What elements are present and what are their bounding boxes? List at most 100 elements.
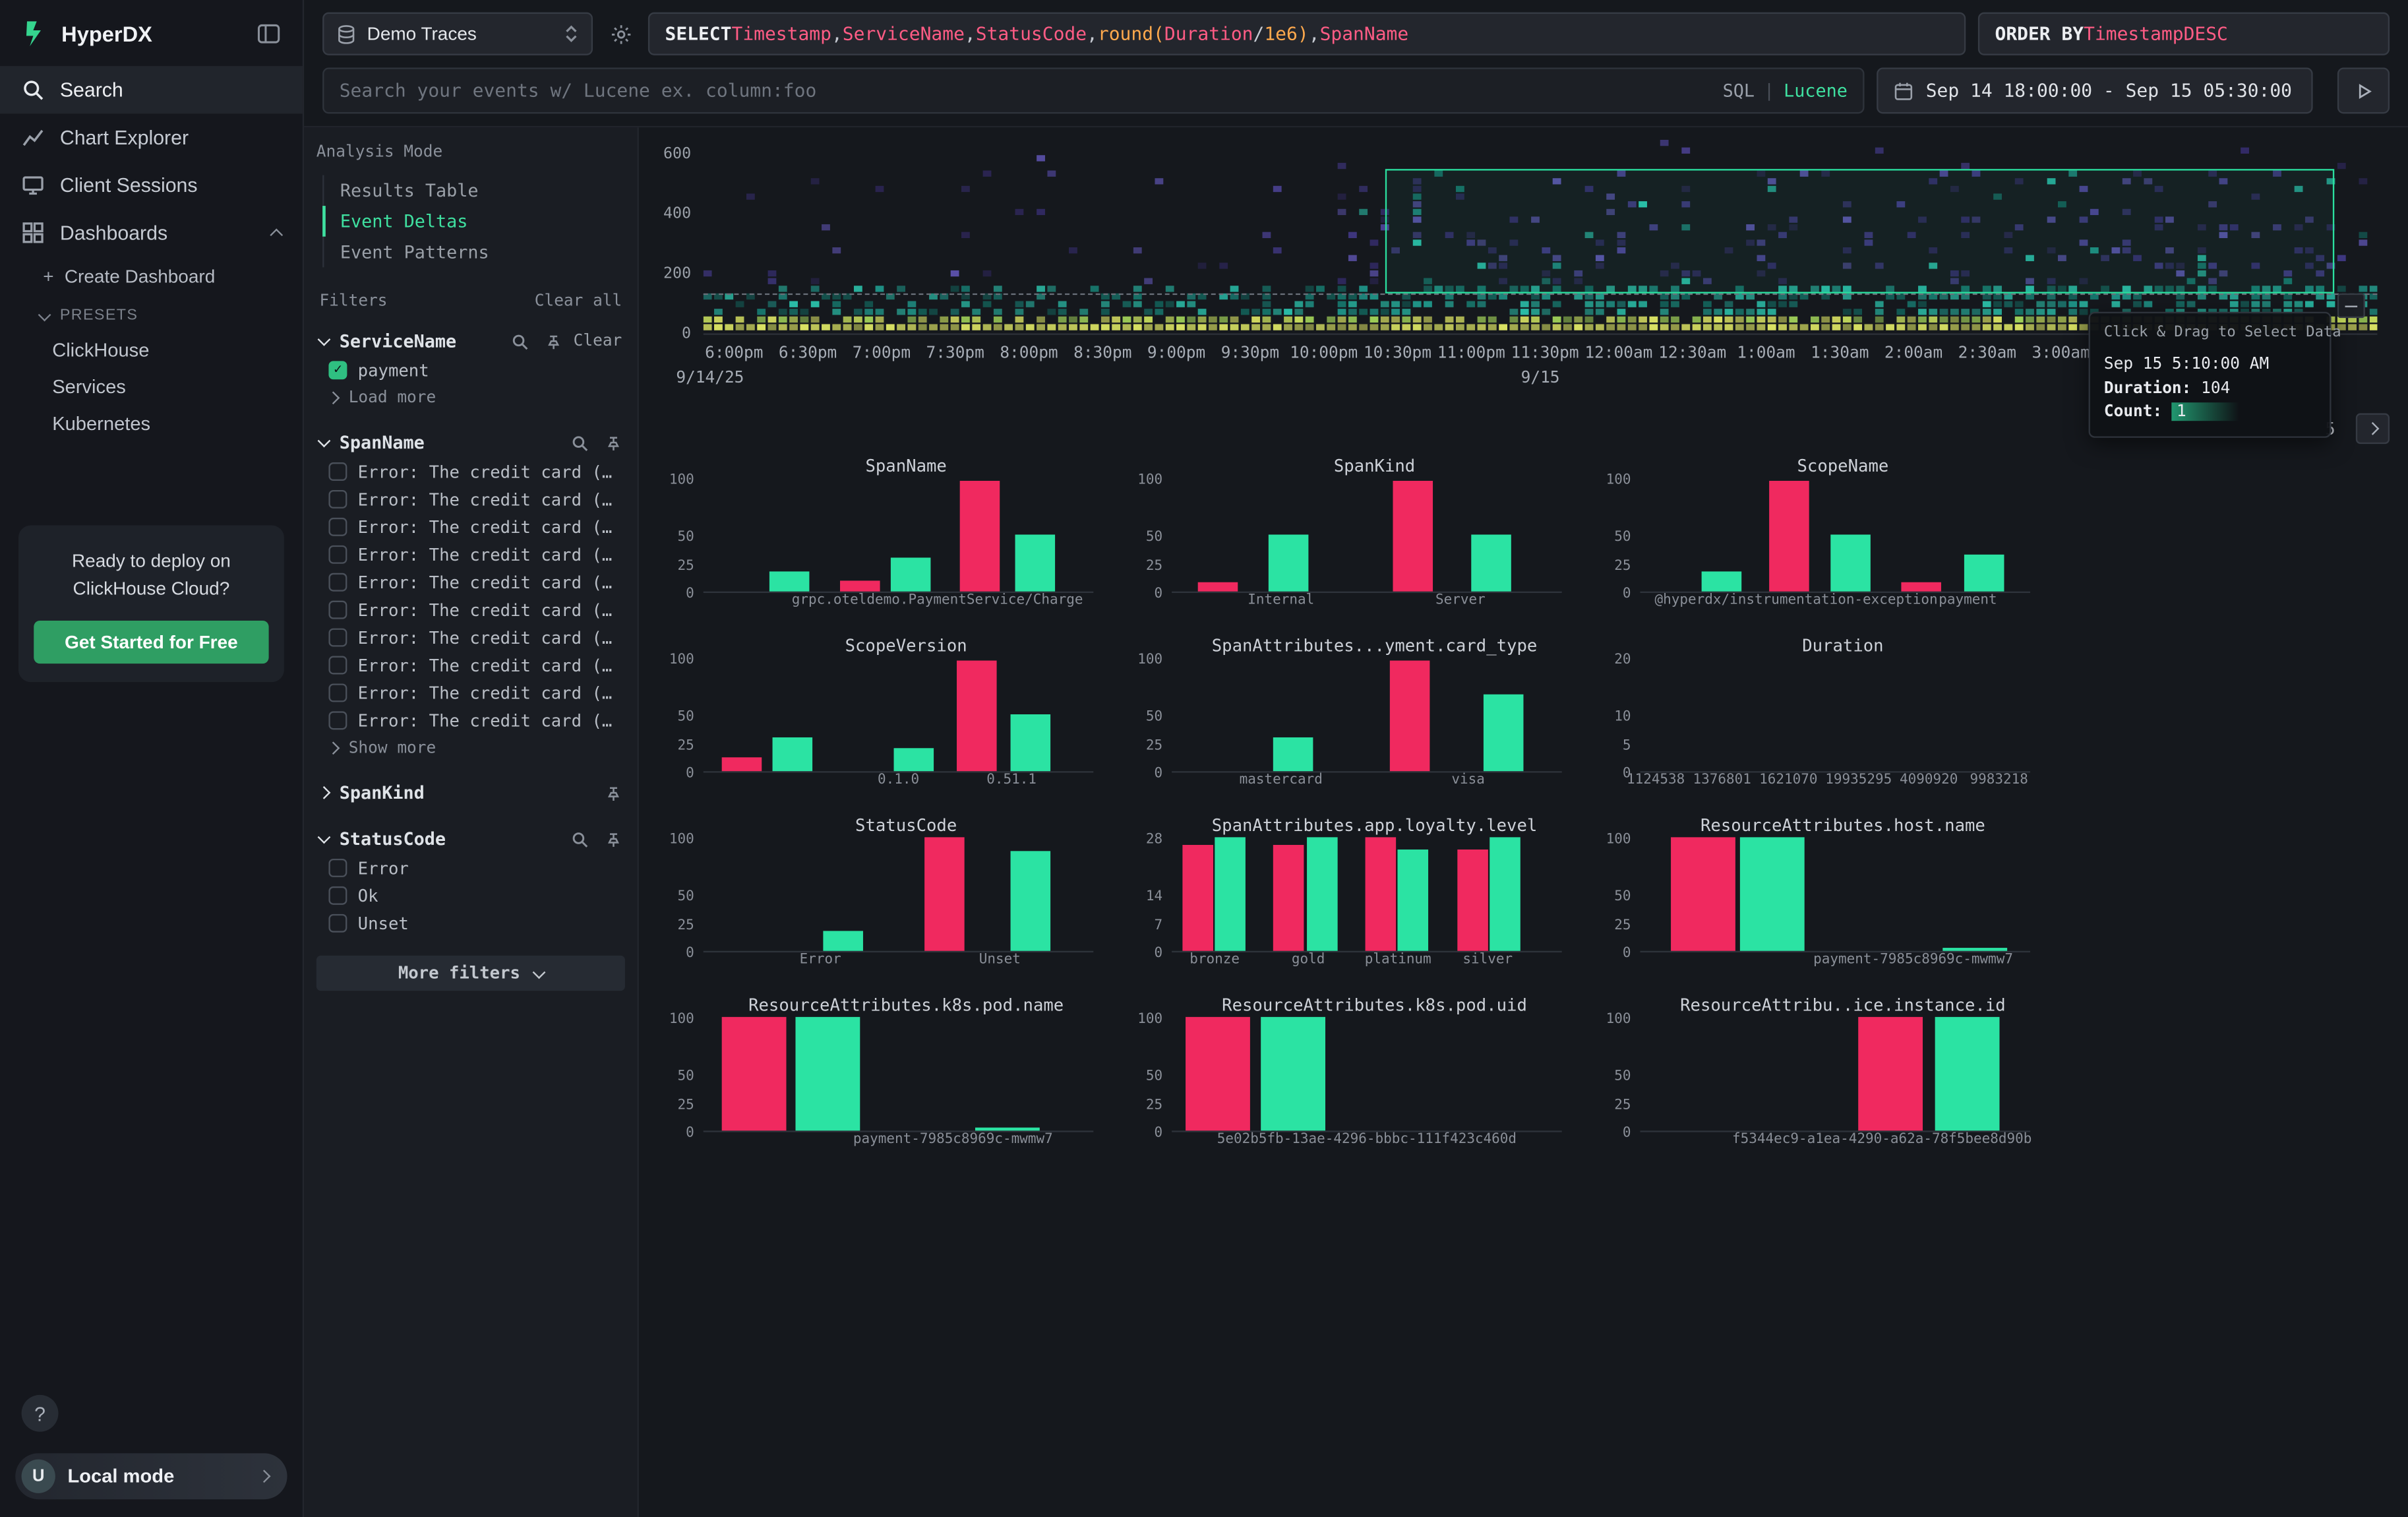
bar-green[interactable] — [1269, 535, 1309, 592]
bar-green[interactable] — [1307, 837, 1338, 950]
bar-pink[interactable] — [839, 580, 880, 591]
checkbox[interactable] — [328, 462, 347, 481]
bar-green[interactable] — [824, 931, 864, 951]
filter-option[interactable]: Error: The credit card (… — [316, 624, 625, 652]
dashboard-link-kubernetes[interactable]: Kubernetes — [0, 406, 303, 443]
mode-results-table[interactable]: Results Table — [322, 175, 625, 206]
filter-group-header[interactable]: SpanKind — [316, 778, 625, 809]
chart-next-button[interactable] — [2356, 414, 2390, 445]
filter-option[interactable]: Unset — [316, 910, 625, 937]
sidebar-item-client-sessions[interactable]: Client Sessions — [0, 162, 303, 209]
filter-option[interactable]: Error: The credit card (… — [316, 458, 625, 485]
sidebar-item-chart-explorer[interactable]: Chart Explorer — [0, 113, 303, 161]
pin-icon[interactable] — [605, 434, 622, 451]
bar-green[interactable] — [796, 1017, 860, 1130]
sidebar-item-dashboards[interactable]: Dashboards — [0, 209, 303, 257]
pin-icon[interactable] — [546, 332, 563, 350]
select-query-input[interactable]: SELECT Timestamp, ServiceName, StatusCod… — [648, 13, 1966, 55]
bar-green[interactable] — [894, 749, 934, 771]
search-icon[interactable] — [571, 434, 588, 451]
bar-pink[interactable] — [722, 1017, 787, 1130]
bar-green[interactable] — [1011, 714, 1051, 771]
checkbox[interactable] — [328, 683, 347, 702]
sidebar-item-search[interactable]: Search — [0, 66, 303, 113]
checkbox[interactable] — [328, 886, 347, 905]
filter-more-link[interactable]: Show more — [316, 734, 625, 762]
heatmap-plot[interactable] — [704, 140, 2378, 335]
filter-more-link[interactable]: Load more — [316, 384, 625, 412]
search-icon[interactable] — [571, 830, 588, 848]
pin-icon[interactable] — [605, 784, 622, 801]
pin-icon[interactable] — [605, 830, 622, 848]
bar-green[interactable] — [1011, 851, 1051, 951]
filter-option[interactable]: Error: The credit card (… — [316, 596, 625, 624]
mini-chart-plot[interactable] — [1172, 480, 1562, 593]
run-query-button[interactable] — [2337, 67, 2390, 113]
mini-chart-plot[interactable] — [1640, 1018, 2030, 1132]
checkbox[interactable] — [328, 601, 347, 619]
mini-chart-plot[interactable] — [704, 1018, 1094, 1132]
mini-chart-plot[interactable] — [1640, 659, 2030, 772]
bar-pink[interactable] — [1182, 846, 1213, 951]
zoom-out-button[interactable] — [2337, 294, 2365, 318]
bar-green[interactable] — [773, 737, 813, 772]
bar-green[interactable] — [1964, 555, 2004, 592]
bar-green[interactable] — [1261, 1017, 1325, 1130]
bar-green[interactable] — [769, 571, 810, 592]
dashboard-link-clickhouse[interactable]: ClickHouse — [0, 332, 303, 369]
presets-toggle[interactable]: PRESETS — [0, 297, 303, 332]
drag-selection-region[interactable] — [1385, 169, 2333, 294]
bar-green[interactable] — [1943, 948, 2008, 951]
mini-chart-plot[interactable] — [1172, 839, 1562, 952]
filter-option[interactable]: Error: The credit card (… — [316, 485, 625, 513]
mini-chart-plot[interactable] — [704, 480, 1094, 593]
bar-green[interactable] — [1215, 837, 1246, 950]
filter-group-header[interactable]: SpanName — [316, 427, 625, 458]
bar-pink[interactable] — [1670, 837, 1735, 950]
gear-icon[interactable] — [605, 22, 636, 46]
date-range-picker[interactable]: Sep 14 18:00:00 - Sep 15 05:30:00 — [1877, 67, 2312, 113]
bar-green[interactable] — [1831, 535, 1871, 592]
checkbox[interactable] — [328, 518, 347, 536]
clear-all-button[interactable]: Clear all — [535, 292, 622, 311]
bar-pink[interactable] — [1390, 661, 1430, 771]
mini-chart-plot[interactable] — [1172, 1018, 1562, 1132]
bar-green[interactable] — [1484, 694, 1524, 771]
checkbox[interactable] — [328, 361, 347, 379]
filter-option[interactable]: Error: The credit card (… — [316, 569, 625, 596]
sidebar-collapse-icon[interactable] — [256, 22, 281, 46]
filter-option[interactable]: Error: The credit card (… — [316, 706, 625, 734]
filter-option[interactable]: payment — [316, 356, 625, 384]
search-icon[interactable] — [512, 332, 529, 350]
filter-group-header[interactable]: ServiceNameClear — [316, 326, 625, 357]
checkbox[interactable] — [328, 545, 347, 564]
mini-chart-plot[interactable] — [704, 839, 1094, 952]
mini-chart-plot[interactable] — [1640, 480, 2030, 593]
dashboard-link-services[interactable]: Services — [0, 369, 303, 406]
bar-green[interactable] — [975, 1127, 1040, 1130]
bar-green[interactable] — [1399, 850, 1430, 951]
mode-event-patterns[interactable]: Event Patterns — [322, 237, 625, 268]
checkbox[interactable] — [328, 656, 347, 675]
bar-green[interactable] — [1702, 571, 1742, 592]
bar-green[interactable] — [1741, 837, 1805, 950]
mini-chart-plot[interactable] — [1172, 659, 1562, 772]
bar-pink[interactable] — [1273, 846, 1304, 951]
create-dashboard-button[interactable]: + Create Dashboard — [0, 257, 303, 297]
get-started-button[interactable]: Get Started for Free — [34, 621, 268, 664]
bar-pink[interactable] — [925, 837, 965, 950]
checkbox[interactable] — [328, 711, 347, 729]
bar-green[interactable] — [1015, 535, 1055, 592]
mini-chart-plot[interactable] — [704, 659, 1094, 772]
filter-option[interactable]: Error: The credit card (… — [316, 541, 625, 569]
more-filters-button[interactable]: More filters — [316, 956, 625, 991]
lucene-toggle[interactable]: Lucene — [1784, 80, 1848, 102]
search-input[interactable] — [340, 80, 1710, 102]
checkbox[interactable] — [328, 629, 347, 647]
bar-pink[interactable] — [960, 481, 1000, 592]
bar-pink[interactable] — [957, 661, 997, 771]
filter-option[interactable]: Error: The credit card (… — [316, 652, 625, 679]
bar-green[interactable] — [1273, 737, 1313, 772]
bar-pink[interactable] — [1901, 582, 1941, 592]
checkbox[interactable] — [328, 490, 347, 509]
